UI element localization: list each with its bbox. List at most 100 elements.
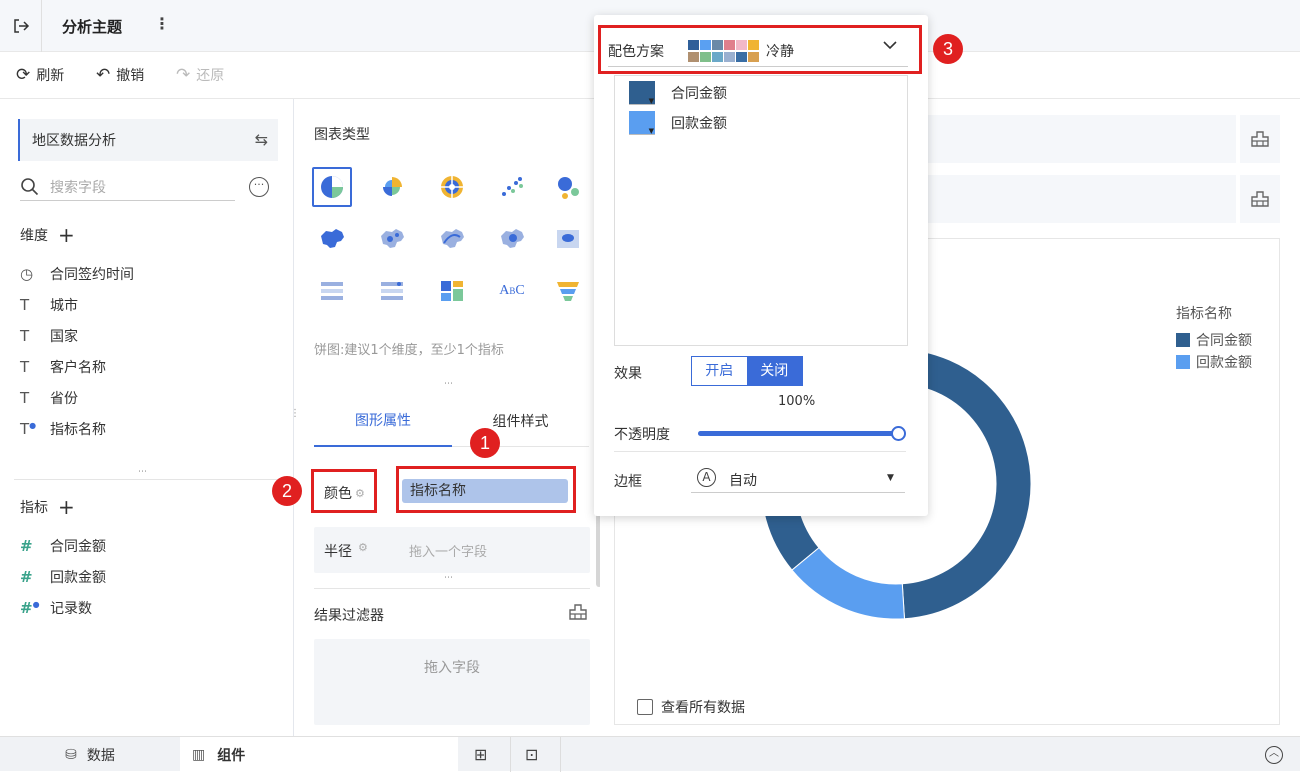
- field-label: 客户名称: [50, 360, 106, 376]
- detail-table-icon[interactable]: [372, 271, 412, 311]
- bubble-chart-icon[interactable]: [548, 167, 588, 207]
- undo-label: 撤销: [116, 68, 145, 84]
- radius-dropzone[interactable]: 半径 ⚙ 拖入一个字段: [314, 527, 590, 573]
- color-swatch-picker[interactable]: ▼: [629, 81, 655, 105]
- field-label: 记录数: [50, 601, 92, 617]
- dimension-header: 维度 +: [20, 223, 75, 247]
- tab-component-label: 组件: [217, 747, 246, 764]
- undo-button[interactable]: ↶ 撤销: [96, 65, 144, 85]
- series-color-row[interactable]: ▼ 合同金额: [629, 80, 727, 106]
- refresh-button[interactable]: ⟳ 刷新: [16, 65, 64, 85]
- dimension-item[interactable]: T 省份: [20, 386, 78, 410]
- chart-type-title: 图表类型: [314, 127, 370, 143]
- field-label: 合同签约时间: [50, 267, 134, 283]
- redo-button[interactable]: ↷ 还原: [176, 65, 224, 85]
- legend-item[interactable]: 回款金额: [1176, 352, 1252, 372]
- effect-off-button[interactable]: 关闭: [746, 357, 802, 385]
- legend-label: 合同金额: [1196, 333, 1252, 349]
- donut-slice-2[interactable]: [791, 547, 906, 620]
- text-field-icon: T: [20, 358, 30, 376]
- dimension-item[interactable]: T● 指标名称: [20, 417, 106, 441]
- measure-item[interactable]: #● 记录数: [20, 596, 92, 620]
- series-label: 回款金额: [671, 116, 727, 132]
- clear-filter-icon[interactable]: [1240, 115, 1280, 163]
- flow-map-icon[interactable]: [432, 219, 472, 259]
- field-label: 回款金额: [50, 570, 106, 586]
- search-input[interactable]: 搜索字段: [50, 177, 106, 197]
- separator: [510, 737, 511, 772]
- calc-text-field-icon: T●: [20, 420, 37, 438]
- filter-dropzone[interactable]: 拖入字段: [314, 639, 590, 725]
- effect-label: 效果: [614, 366, 642, 382]
- gear-icon[interactable]: ⚙: [358, 541, 368, 554]
- split-handle[interactable]: ⋮: [290, 408, 300, 419]
- add-dimension-icon[interactable]: +: [58, 223, 75, 247]
- separator: [560, 737, 561, 772]
- tab-component[interactable]: ▥ 组件: [180, 737, 458, 772]
- dimension-item[interactable]: T 城市: [20, 293, 78, 317]
- measure-item[interactable]: # 回款金额: [20, 565, 106, 589]
- page-title: 分析主题: [62, 18, 123, 36]
- add-dashboard-icon[interactable]: ⊡: [525, 745, 538, 764]
- kpi-card-icon[interactable]: [432, 271, 472, 311]
- word-cloud-icon[interactable]: ABC: [492, 271, 532, 311]
- more-vertical-icon[interactable]: ⋮: [154, 14, 170, 33]
- custom-map-icon[interactable]: [548, 219, 588, 259]
- section-divider: [314, 588, 590, 589]
- section-resize-handle[interactable]: ⋯: [444, 573, 453, 583]
- effect-on-button[interactable]: 开启: [692, 357, 747, 385]
- view-all-checkbox[interactable]: [637, 699, 653, 715]
- clear-filter-icon[interactable]: [568, 603, 588, 625]
- panel-resize-handle[interactable]: ⋯: [138, 467, 147, 477]
- number-field-icon: #: [20, 568, 33, 586]
- chart-type-hint: 饼图:建议1个维度，至少1个指标: [314, 343, 504, 358]
- opacity-slider[interactable]: [698, 424, 906, 444]
- border-value: 自动: [729, 473, 757, 489]
- popup-divider: [614, 451, 906, 452]
- measure-item[interactable]: # 合同金额: [20, 534, 106, 558]
- annotation-badge-3: 3: [933, 34, 963, 64]
- caret-down-icon: ▼: [887, 473, 894, 483]
- refresh-icon: ⟳: [16, 65, 31, 85]
- bar-chart-icon: ▥: [192, 746, 206, 763]
- section-resize-handle[interactable]: ⋯: [444, 379, 453, 389]
- tab-graphic-attributes[interactable]: 图形属性: [314, 395, 452, 447]
- text-field-icon: T: [20, 296, 30, 314]
- clear-filter-icon[interactable]: [1240, 175, 1280, 223]
- add-measure-icon[interactable]: +: [58, 495, 75, 519]
- tab-data[interactable]: ⛁ 数据: [0, 737, 180, 772]
- pie-chart-icon[interactable]: [312, 167, 352, 207]
- view-all-label: 查看所有数据: [661, 700, 745, 716]
- expand-up-icon[interactable]: ︿: [1265, 746, 1283, 764]
- highlight-box-1: [396, 466, 576, 513]
- rose-chart-icon[interactable]: [372, 167, 412, 207]
- border-select[interactable]: A 自动 ▼: [691, 465, 905, 493]
- view-all-data[interactable]: 查看所有数据: [637, 697, 745, 717]
- field-search[interactable]: 搜索字段: [20, 173, 235, 201]
- dataset-selector[interactable]: 地区数据分析 ⇆: [18, 119, 278, 161]
- color-swatch-picker[interactable]: ▼: [629, 111, 655, 135]
- point-map-icon[interactable]: [372, 219, 412, 259]
- add-component-icon[interactable]: ⊞: [474, 745, 487, 764]
- heat-map-icon[interactable]: [492, 219, 532, 259]
- opacity-knob[interactable]: [891, 426, 906, 441]
- dimension-item[interactable]: T 国家: [20, 324, 78, 348]
- panel-divider: [14, 479, 294, 480]
- dimension-title: 维度: [20, 228, 48, 244]
- dimension-item[interactable]: ◷ 合同签约时间: [20, 262, 134, 286]
- table-icon[interactable]: [312, 271, 352, 311]
- redo-label: 还原: [196, 68, 225, 84]
- chart-config-panel: 图表类型 ABC 饼图:建议1个维度，至少1个指标 ⋯ 图形属性 组件样式 颜色…: [294, 99, 602, 736]
- multi-pie-icon[interactable]: [432, 167, 472, 207]
- more-options-icon[interactable]: ···: [249, 177, 269, 197]
- legend-item[interactable]: 合同金额: [1176, 330, 1252, 350]
- funnel-chart-icon[interactable]: [548, 271, 588, 311]
- measure-header: 指标 +: [20, 495, 75, 519]
- series-color-row[interactable]: ▼ 回款金额: [629, 110, 727, 136]
- opacity-fill: [698, 431, 898, 436]
- exit-icon[interactable]: [0, 0, 42, 52]
- dimension-item[interactable]: T 客户名称: [20, 355, 106, 379]
- scatter-chart-icon[interactable]: [492, 167, 532, 207]
- region-map-icon[interactable]: [312, 219, 352, 259]
- switch-dataset-icon[interactable]: ⇆: [255, 130, 268, 149]
